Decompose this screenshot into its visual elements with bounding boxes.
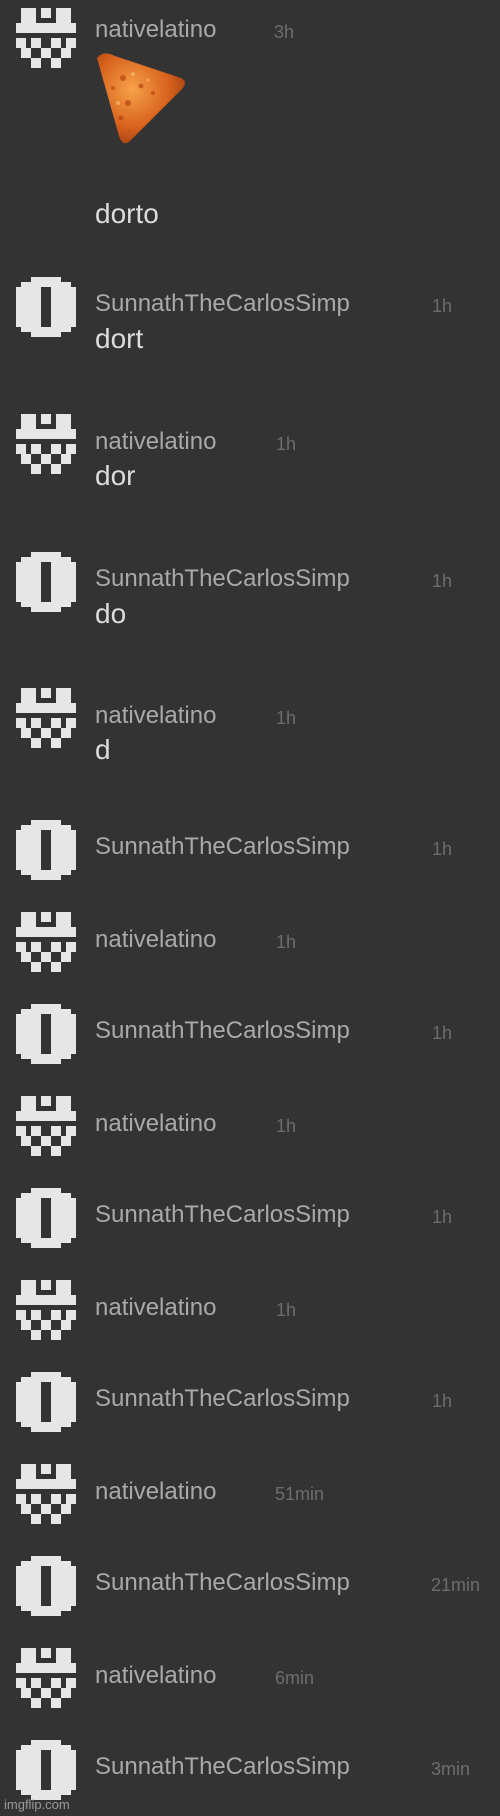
timestamp: 3min [431,1759,471,1779]
pixel-face-icon [16,8,76,68]
username[interactable]: nativelatino [95,1294,216,1322]
timestamp: 1h [432,1207,453,1227]
watermark: imgflip.com [4,1797,70,1812]
pixel-face-icon [16,1096,76,1156]
chat-message: SunnathTheCarlosSimp 1h [0,818,500,898]
message-text: dort [95,323,144,354]
username[interactable]: nativelatino [95,16,216,44]
username[interactable]: SunnathTheCarlosSimp [95,565,350,593]
avatar[interactable] [16,912,76,972]
pixel-capsule-icon [16,1372,76,1432]
chat-message: nativelatino 1h [0,910,500,990]
avatar[interactable] [16,552,76,612]
avatar[interactable] [16,1464,76,1524]
chat-message: nativelatino 3h dorto [0,0,500,234]
chat-message: SunnathTheCarlosSimp 1h dort [0,275,500,375]
timestamp: 1h [276,1300,297,1320]
chat-message: nativelatino 51min [0,1462,500,1542]
pixel-capsule-icon [16,1188,76,1248]
timestamp: 1h [276,708,297,728]
avatar[interactable] [16,820,76,880]
username[interactable]: SunnathTheCarlosSimp [95,833,350,861]
timestamp: 1h [276,1116,297,1136]
pixel-capsule-icon [16,1556,76,1616]
pixel-capsule-icon [16,820,76,880]
timestamp: 1h [432,1023,453,1043]
avatar[interactable] [16,1740,76,1800]
pixel-capsule-icon [16,552,76,612]
username[interactable]: SunnathTheCarlosSimp [95,1569,350,1597]
timestamp: 51min [275,1484,325,1504]
chat-message: SunnathTheCarlosSimp 3min [0,1738,500,1816]
dorito-icon [97,53,185,144]
chat-message: nativelatino 1h [0,1278,500,1358]
avatar[interactable] [16,1648,76,1708]
username[interactable]: nativelatino [95,702,216,730]
message-text: d [95,734,111,765]
username[interactable]: SunnathTheCarlosSimp [95,290,350,318]
avatar[interactable] [16,8,76,68]
message-text: dorto [95,198,159,229]
chat-message: nativelatino 1h dor [0,412,500,512]
dorito-sticker [93,48,189,148]
avatar[interactable] [16,1188,76,1248]
pixel-face-icon [16,1464,76,1524]
pixel-face-icon [16,1648,76,1708]
message-text: do [95,598,127,629]
username[interactable]: nativelatino [95,1110,216,1138]
chat-message: nativelatino 1h d [0,686,500,786]
avatar[interactable] [16,1096,76,1156]
username[interactable]: SunnathTheCarlosSimp [95,1385,350,1413]
timestamp: 6min [275,1668,315,1688]
username[interactable]: SunnathTheCarlosSimp [95,1017,350,1045]
pixel-capsule-icon [16,1004,76,1064]
username[interactable]: nativelatino [95,428,216,456]
message-text: dor [95,460,136,491]
avatar[interactable] [16,414,76,474]
pixel-face-icon [16,912,76,972]
avatar[interactable] [16,277,76,337]
pixel-face-icon [16,688,76,748]
timestamp: 1h [276,434,297,454]
avatar[interactable] [16,688,76,748]
chat-message: SunnathTheCarlosSimp 21min [0,1554,500,1634]
chat-message: SunnathTheCarlosSimp 1h do [0,550,500,650]
pixel-capsule-icon [16,1740,76,1800]
avatar[interactable] [16,1004,76,1064]
pixel-face-icon [16,1280,76,1340]
chat-message: SunnathTheCarlosSimp 1h [0,1002,500,1082]
username[interactable]: SunnathTheCarlosSimp [95,1753,350,1781]
username[interactable]: nativelatino [95,1478,216,1506]
pixel-capsule-icon [16,277,76,337]
timestamp: 1h [432,571,453,591]
timestamp: 1h [432,839,453,859]
chat-message: SunnathTheCarlosSimp 1h [0,1186,500,1266]
chat-message: nativelatino 1h [0,1094,500,1174]
username[interactable]: nativelatino [95,926,216,954]
avatar[interactable] [16,1280,76,1340]
timestamp: 1h [432,296,453,316]
timestamp: 21min [431,1575,481,1595]
timestamp: 1h [432,1391,453,1411]
timestamp: 1h [276,932,297,952]
username[interactable]: SunnathTheCarlosSimp [95,1201,350,1229]
chat-message: nativelatino 6min [0,1646,500,1726]
chat-message: SunnathTheCarlosSimp 1h [0,1370,500,1450]
avatar[interactable] [16,1556,76,1616]
username[interactable]: nativelatino [95,1662,216,1690]
pixel-face-icon [16,414,76,474]
timestamp: 3h [274,22,295,42]
avatar[interactable] [16,1372,76,1432]
